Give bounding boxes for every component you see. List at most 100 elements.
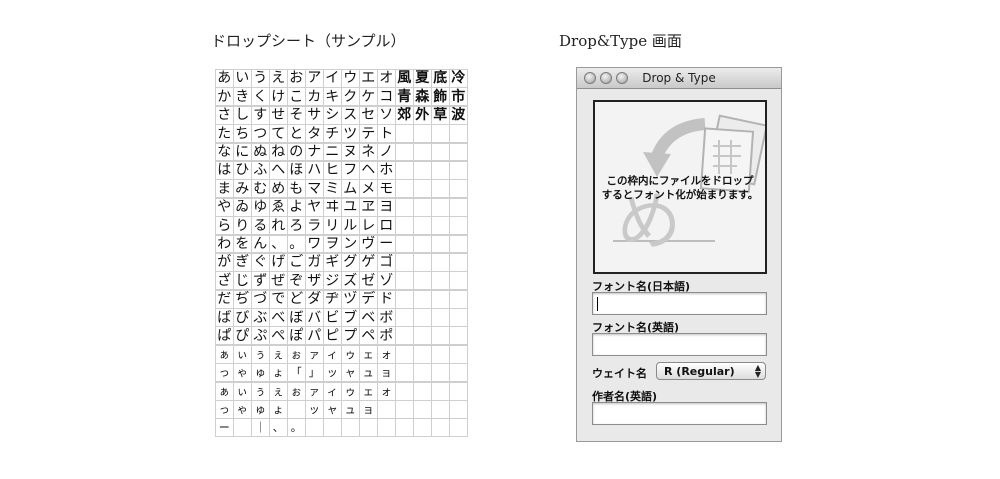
sheet-cell: ど <box>287 289 306 309</box>
sheet-cell: ワ <box>305 234 324 254</box>
sheet-cell: ゼ <box>359 271 378 291</box>
sheet-cell: ザ <box>305 271 324 291</box>
sheet-cell <box>413 418 432 438</box>
sheet-cell <box>449 234 468 254</box>
sheet-cell: る <box>251 216 270 236</box>
sheet-cell: ネ <box>359 142 378 162</box>
sheet-cell: つ <box>251 124 270 144</box>
sheet-cell: ケ <box>359 87 378 107</box>
sheet-cell <box>395 179 414 199</box>
sheet-cell: 波 <box>449 105 468 125</box>
font-name-jp-field[interactable] <box>592 292 767 315</box>
sheet-cell: ッ <box>305 400 324 419</box>
sheet-cell: ム <box>341 179 360 199</box>
sheet-cell: ォ <box>377 381 396 401</box>
sheet-cell: ダ <box>305 289 324 309</box>
sheet-cell <box>431 197 450 217</box>
sheet-cell: レ <box>359 216 378 236</box>
sheet-cell: ぺ <box>269 326 288 346</box>
file-drop-zone[interactable]: め この枠内にファイルをドロップ するとフォント化が始まります。 <box>593 100 767 274</box>
sheet-cell: ズ <box>341 271 360 291</box>
sheet-cell: さ <box>215 105 234 125</box>
sheet-cell: ゾ <box>377 271 396 291</box>
sheet-cell: ヂ <box>323 289 342 309</box>
sheet-cell: ヤ <box>305 197 324 217</box>
sheet-cell <box>323 418 342 438</box>
sheet-cell <box>413 308 432 327</box>
sheet-cell: ロ <box>377 216 396 236</box>
sheet-cell: ろ <box>287 216 306 236</box>
sheet-cell: ひ <box>233 160 252 180</box>
sheet-cell: み <box>233 179 252 199</box>
sheet-cell: ぶ <box>251 308 270 327</box>
sheet-cell: ー <box>215 418 234 438</box>
author-field[interactable] <box>592 402 767 425</box>
sheet-cell <box>449 344 468 364</box>
sheet-cell: ょ <box>269 400 288 419</box>
sheet-cell: セ <box>359 105 378 125</box>
sheet-cell: げ <box>269 252 288 272</box>
sheet-cell: 」 <box>305 363 324 383</box>
font-name-en-field[interactable] <box>592 333 767 356</box>
sheet-cell <box>431 326 450 346</box>
sheet-cell <box>413 326 432 346</box>
sheet-cell: ぬ <box>251 142 270 162</box>
sheet-cell <box>395 344 414 364</box>
sheet-cell: ハ <box>305 160 324 180</box>
sheet-cell: ィ <box>323 381 342 401</box>
weight-select[interactable]: R (Regular) ▲ ▼ <box>656 362 766 380</box>
sheet-cell <box>395 160 414 180</box>
sheet-cell: ぱ <box>215 326 234 346</box>
sheet-cell: ッ <box>323 363 342 383</box>
sheet-cell: き <box>233 87 252 107</box>
sheet-cell: ぅ <box>251 381 270 401</box>
sheet-cell: ね <box>269 142 288 162</box>
sheet-cell: も <box>287 179 306 199</box>
weight-label: ウェイト名 <box>592 367 647 380</box>
sheet-cell: ェ <box>359 344 378 364</box>
sheet-cell <box>431 179 450 199</box>
sheet-cell: こ <box>287 87 306 107</box>
sheet-cell <box>431 234 450 254</box>
sheet-cell: 底 <box>431 69 450 88</box>
sheet-cell: び <box>233 308 252 327</box>
sheet-cell: せ <box>269 105 288 125</box>
sheet-cell: 森 <box>413 87 432 107</box>
sheet-cell: ょ <box>269 363 288 383</box>
sheet-cell: プ <box>341 326 360 346</box>
sheet-cell: 青 <box>395 87 414 107</box>
sheet-cell <box>413 216 432 236</box>
sheet-cell: ォ <box>377 344 396 364</box>
sheet-cell <box>377 418 396 438</box>
sheet-cell: ほ <box>287 160 306 180</box>
sheet-cell: め <box>269 179 288 199</box>
sheet-cell: ヌ <box>341 142 360 162</box>
sheet-cell <box>413 344 432 364</box>
sheet-cell <box>305 418 324 438</box>
sheet-cell: 風 <box>395 69 414 88</box>
sheet-cell: メ <box>359 179 378 199</box>
sheet-cell: マ <box>305 179 324 199</box>
drop-sheet-grid: あいうえおアイウエオ風夏底冷かきくけこカキクケコ青森飾市さしすせそサシスセソ郊外… <box>215 69 470 438</box>
sheet-cell <box>341 418 360 438</box>
sheet-cell: ナ <box>305 142 324 162</box>
sheet-cell: ぽ <box>287 326 306 346</box>
sheet-cell: キ <box>323 87 342 107</box>
sheet-cell: タ <box>305 124 324 144</box>
sheet-cell: ま <box>215 179 234 199</box>
sheet-cell <box>413 124 432 144</box>
sheet-cell: モ <box>377 179 396 199</box>
sheet-cell: に <box>233 142 252 162</box>
sheet-cell: ぼ <box>287 308 306 327</box>
sheet-cell: ノ <box>377 142 396 162</box>
sheet-cell: ぷ <box>251 326 270 346</box>
sheet-cell: ヘ <box>359 160 378 180</box>
sheet-cell: あ <box>215 69 234 88</box>
sheet-cell: ュ <box>359 363 378 383</box>
sheet-cell <box>395 400 414 419</box>
drop-and-type-window: Drop & Type め この枠内にファイルをドロップ するとフォント化が始ま… <box>576 67 782 442</box>
sheet-cell <box>449 252 468 272</box>
sheet-cell: ン <box>341 234 360 254</box>
sheet-cell: バ <box>305 308 324 327</box>
sheet-cell: ゥ <box>341 381 360 401</box>
